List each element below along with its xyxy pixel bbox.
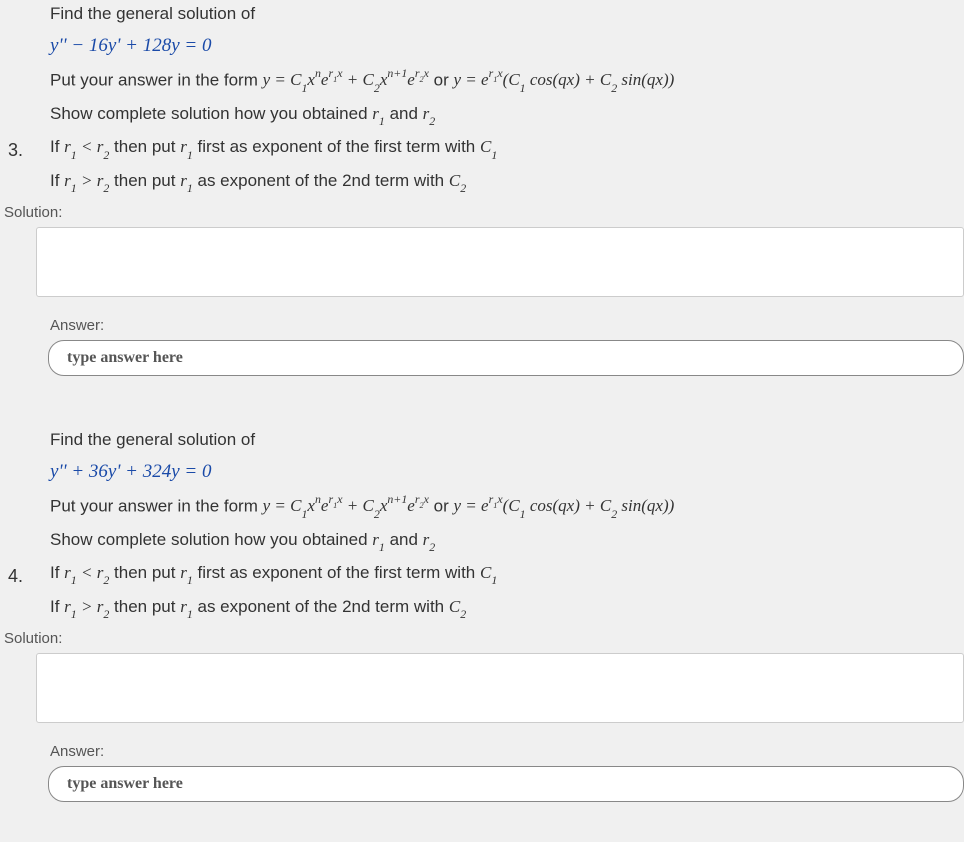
question-block-4: 4. Find the general solution of y'' + 36…: [0, 426, 964, 802]
condition-2: If r1 > r2 then put r1 as exponent of th…: [50, 593, 954, 622]
prompt-intro: Find the general solution of: [50, 426, 954, 453]
form-prefix: Put your answer in the form: [50, 496, 263, 515]
condition-2: If r1 > r2 then put r1 as exponent of th…: [50, 167, 954, 196]
prompt-intro: Find the general solution of: [50, 0, 954, 27]
solution-label: Solution:: [0, 630, 964, 647]
answer-input[interactable]: [48, 766, 964, 802]
form-line: Put your answer in the form y = C1xner1x…: [50, 66, 954, 96]
question-block-3: 3. Find the general solution of y'' − 16…: [0, 0, 964, 376]
equation: y'' − 16y' + 128y = 0: [50, 31, 954, 61]
solution-textarea[interactable]: [36, 227, 964, 297]
condition-1: If r1 < r2 then put r1 first as exponent…: [50, 133, 954, 162]
form-math-2: y = er1x(C1 cos(qx) + C2 sin(qx)): [454, 70, 675, 89]
answer-label: Answer:: [0, 743, 964, 760]
form-math: y = C1xner1x + C2xn+1er2x: [263, 496, 429, 515]
or-text: or: [434, 496, 454, 515]
answer-label: Answer:: [0, 317, 964, 334]
answer-input[interactable]: [48, 340, 964, 376]
form-prefix: Put your answer in the form: [50, 70, 263, 89]
solution-textarea[interactable]: [36, 653, 964, 723]
question-number: 4.: [8, 566, 23, 587]
or-text: or: [434, 70, 454, 89]
show-line: Show complete solution how you obtained …: [50, 100, 954, 129]
solution-label: Solution:: [0, 204, 964, 221]
show-line: Show complete solution how you obtained …: [50, 526, 954, 555]
condition-1: If r1 < r2 then put r1 first as exponent…: [50, 559, 954, 588]
form-math-2: y = er1x(C1 cos(qx) + C2 sin(qx)): [454, 496, 675, 515]
form-line: Put your answer in the form y = C1xner1x…: [50, 492, 954, 522]
form-math: y = C1xner1x + C2xn+1er2x: [263, 70, 429, 89]
question-content: 4. Find the general solution of y'' + 36…: [0, 426, 964, 622]
equation: y'' + 36y' + 324y = 0: [50, 457, 954, 487]
question-number: 3.: [8, 140, 23, 161]
question-content: 3. Find the general solution of y'' − 16…: [0, 0, 964, 196]
